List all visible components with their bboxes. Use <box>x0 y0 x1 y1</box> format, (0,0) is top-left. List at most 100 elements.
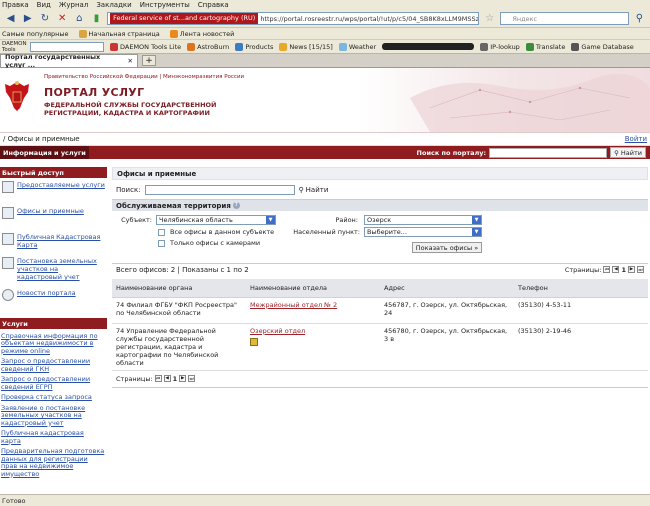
menu-edit[interactable]: Правка <box>2 1 29 9</box>
service-link-gkn[interactable]: Запрос о предоставлении сведений ГКН <box>1 357 107 375</box>
dept-link[interactable]: Озерский отдел <box>250 327 305 335</box>
tab-portal[interactable]: Портал государственных услуг ... ✕ <box>0 53 138 69</box>
sidebar-item-cadastral-map[interactable]: Публичная Кадастровая Карта <box>0 230 107 252</box>
locality-select[interactable]: Выберите... ▼ <box>364 227 482 237</box>
login-link[interactable]: Войти <box>625 135 647 143</box>
all-offices-checkbox[interactable] <box>158 229 165 236</box>
breadcrumb: / Офисы и приемные Войти <box>0 133 650 146</box>
site-identity-badge[interactable]: Federal service of st...and cartography … <box>110 13 259 24</box>
search-icon[interactable]: ⚲ <box>633 12 646 26</box>
url-text: https://portal.rosreestr.ru/wps/portal/!… <box>260 14 479 23</box>
help-icon[interactable]: ? <box>232 202 240 209</box>
land-icon <box>2 257 14 269</box>
toolbar-astroburn[interactable]: AstroBurn <box>187 42 229 51</box>
last-page-icon[interactable]: ⏭ <box>188 375 196 382</box>
toolbar-weather[interactable]: Weather <box>338 42 376 51</box>
col-phone[interactable]: Телефон <box>514 279 648 298</box>
back-icon[interactable]: ◀ <box>4 12 17 26</box>
show-offices-button[interactable]: Показать офисы » <box>412 242 482 253</box>
col-org[interactable]: Наименование органа <box>112 279 246 298</box>
cameras-label: Только офисы с камерами <box>170 239 261 247</box>
district-select[interactable]: Озерск ▼ <box>364 215 482 225</box>
toolbar-daemon-lite[interactable]: DAEMON Tools Lite <box>110 42 181 51</box>
weather-icon <box>338 42 347 51</box>
service-link-reference[interactable]: Справочная информация по объектам недвиж… <box>1 331 107 357</box>
services-icon <box>2 181 14 193</box>
camera-icon[interactable] <box>250 337 258 346</box>
breadcrumb-text[interactable]: / Офисы и приемные <box>3 135 80 143</box>
table-header: Наименование органа Наименование отдела … <box>112 279 648 298</box>
subject-label: Субъект: <box>121 216 152 224</box>
home-icon[interactable]: ⌂ <box>73 12 86 26</box>
next-page-icon[interactable]: ▶ <box>628 266 635 273</box>
tab-info-services[interactable]: Информация и услуги <box>0 146 89 159</box>
daemon-logo: DAEMON Tools <box>2 40 27 53</box>
rss-icon <box>169 29 178 38</box>
col-dept[interactable]: Наименование отдела <box>246 279 380 298</box>
table-row: 74 Филиал ФГБУ "ФКП Росреестра" по Челяб… <box>112 297 648 324</box>
sidebar-item-land-registration[interactable]: Постановка земельных участков на кадастр… <box>0 254 107 284</box>
service-link-prep-registration[interactable]: Предварительная подготовка данных для ре… <box>1 447 107 480</box>
toolbar-ip-lookup[interactable]: IP-lookup <box>480 42 520 51</box>
next-page-icon[interactable]: ▶ <box>179 375 187 382</box>
toolbar-game-database[interactable]: Game Database <box>571 42 634 51</box>
bookmark-news-feed[interactable]: Лента новостей <box>169 29 234 38</box>
bookmark-star-icon[interactable]: ☆ <box>483 12 496 26</box>
prev-page-icon[interactable]: ◀ <box>163 375 171 382</box>
ip-icon <box>480 42 489 51</box>
first-page-icon[interactable]: ⏮ <box>154 375 162 382</box>
service-link-status[interactable]: Проверка статуса запроса <box>1 393 107 404</box>
current-page[interactable]: 1 <box>621 266 626 274</box>
first-page-icon[interactable]: ⏮ <box>603 266 611 273</box>
service-link-egrp[interactable]: Запрос о предоставлении сведений ЕГРП <box>1 375 107 393</box>
portal-search-button[interactable]: ⚲ Найти <box>610 147 646 158</box>
bookmark-most-visited[interactable]: Самые популярные <box>2 30 69 38</box>
prev-page-icon[interactable]: ◀ <box>612 266 620 273</box>
current-page[interactable]: 1 <box>173 375 178 383</box>
cameras-checkbox[interactable] <box>158 240 165 247</box>
magnifier-icon: ⚲ <box>298 186 304 194</box>
col-address[interactable]: Адрес <box>380 279 514 298</box>
dept-link[interactable]: Межрайонный отдел № 2 <box>250 301 337 309</box>
forward-icon[interactable]: ▶ <box>21 12 34 26</box>
sidebar-item-services[interactable]: Предоставляемые услуги <box>0 178 107 196</box>
sidebar-item-news[interactable]: Новости портала <box>0 286 107 304</box>
services-list: Справочная информация по объектам недвиж… <box>0 329 107 480</box>
toolbar-dropdown[interactable] <box>30 41 104 52</box>
service-link-land-application[interactable]: Заявление о постановке земельных участко… <box>1 403 107 429</box>
new-tab-button[interactable]: + <box>142 55 156 66</box>
chevron-down-icon: ▼ <box>472 216 481 224</box>
sidebar-item-offices[interactable]: Офисы и приемные <box>0 204 107 222</box>
table-row: 74 Управление Федеральной службы государ… <box>112 323 648 371</box>
portal-search-input[interactable] <box>489 147 608 158</box>
menu-bookmarks[interactable]: Закладки <box>96 1 131 9</box>
toolbar-news[interactable]: News [15/15] <box>279 42 333 51</box>
cell-address: 456780, г. Озерск, ул. Октябрьская, 3 в <box>380 323 514 371</box>
service-name-line-2: РЕГИСТРАЦИИ, КАДАСТРА И КАРТОГРАФИИ <box>44 109 210 117</box>
subject-select[interactable]: Челябинская область ▼ <box>156 215 276 225</box>
tab-close-icon[interactable]: ✕ <box>128 57 133 65</box>
menu-tools[interactable]: Инструменты <box>140 1 190 9</box>
folder-icon <box>78 29 87 38</box>
menu-history[interactable]: Журнал <box>59 1 88 9</box>
reload-icon[interactable]: ↻ <box>38 12 51 26</box>
menu-help[interactable]: Справка <box>198 1 229 9</box>
bookmark-start-page[interactable]: Начальная страница <box>78 29 160 38</box>
office-find-button[interactable]: ⚲ Найти <box>299 186 329 194</box>
last-page-icon[interactable]: ⏭ <box>637 266 644 273</box>
stop-icon[interactable]: ✕ <box>56 12 69 26</box>
service-link-public-map[interactable]: Публичная кадастровая карта <box>1 429 107 447</box>
toolbar-products[interactable]: Products <box>235 42 273 51</box>
portal-title: ПОРТАЛ УСЛУГ <box>44 86 145 99</box>
toolbar-translate[interactable]: Translate <box>525 42 565 51</box>
url-field[interactable]: Federal service of st...and cartography … <box>107 12 480 25</box>
news-globe-icon <box>2 289 14 301</box>
web-search-input[interactable]: Яндекс <box>500 12 629 25</box>
menu-view[interactable]: Вид <box>37 1 51 9</box>
results-summary-row: Всего офисов: 2 | Показаны с 1 по 2 Стра… <box>112 263 648 275</box>
content-panel: Офисы и приемные Поиск: ⚲ Найти Обслужив… <box>112 167 648 388</box>
browser-menubar: Правка Вид Журнал Закладки Инструменты С… <box>0 0 650 10</box>
office-search-input[interactable] <box>144 185 295 195</box>
chevron-down-icon: ▼ <box>472 228 481 236</box>
government-line[interactable]: Правительство Российской Федерации | Мин… <box>44 74 244 80</box>
